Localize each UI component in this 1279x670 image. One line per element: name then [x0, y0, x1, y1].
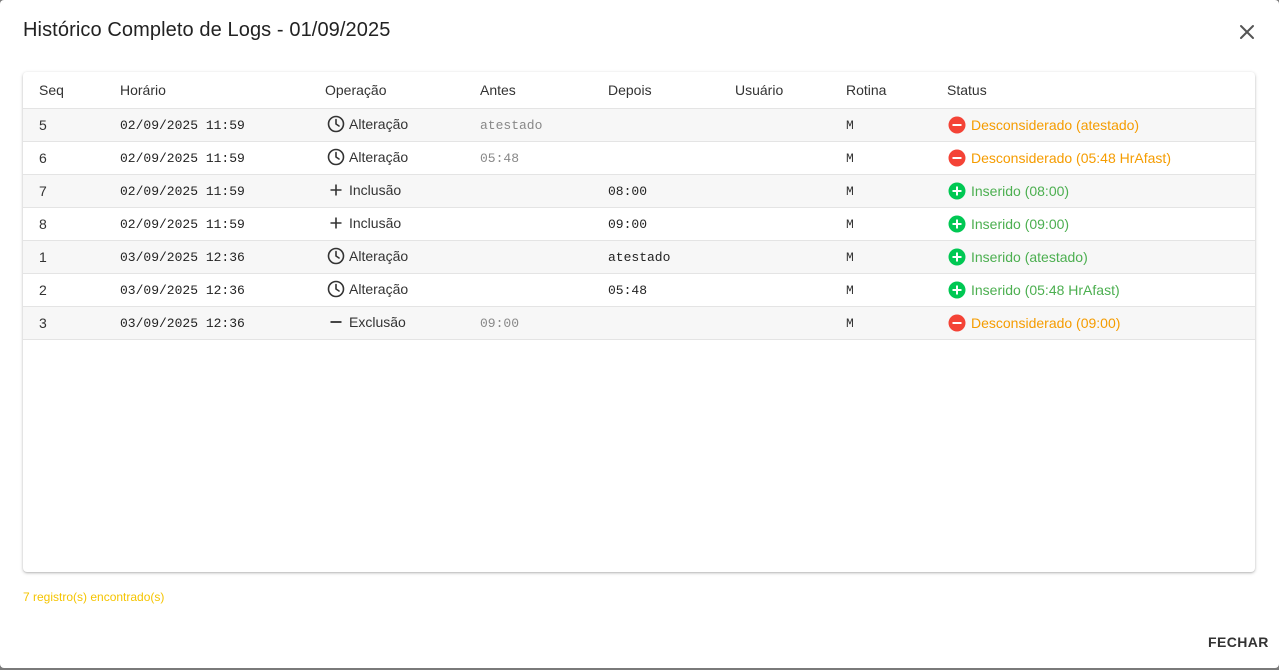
- fechar-button[interactable]: FECHAR: [1202, 630, 1275, 654]
- cell-status: Inserido (05:48 HrAfast): [948, 281, 1120, 299]
- cell-status: Inserido (08:00): [948, 182, 1069, 200]
- cell-seq: 1: [39, 249, 47, 265]
- header-usuario[interactable]: Usuário: [735, 82, 783, 98]
- header-horario[interactable]: Horário: [120, 82, 166, 98]
- status-label: Inserido (atestado): [971, 249, 1088, 265]
- cell-status: Desconsiderado (atestado): [948, 116, 1139, 134]
- cell-horario: 02/09/2025 11:59: [120, 151, 245, 166]
- operacao-label: Inclusão: [349, 215, 402, 231]
- close-button[interactable]: [1234, 19, 1260, 45]
- cell-horario: 03/09/2025 12:36: [120, 250, 245, 265]
- add-circle-icon: [948, 281, 966, 299]
- cell-antes: atestado: [480, 118, 543, 133]
- cell-operacao: Inclusão: [327, 214, 401, 232]
- cell-seq: 2: [39, 282, 47, 298]
- header-antes[interactable]: Antes: [480, 82, 516, 98]
- table-row[interactable]: 5 02/09/2025 11:59 Alteração atestado M Desco…: [23, 109, 1255, 142]
- table-body: 5 02/09/2025 11:59 Alteração atestado M Desco…: [23, 109, 1255, 340]
- cell-seq: 8: [39, 216, 47, 232]
- logs-table: Seq Horário Operação Antes Depois Usuári…: [23, 72, 1255, 572]
- add-circle-icon: [948, 182, 966, 200]
- remove-circle-icon: [948, 116, 966, 134]
- cell-status: Desconsiderado (05:48 HrAfast): [948, 149, 1171, 167]
- table-row[interactable]: 7 02/09/2025 11:59 Inclusão 08:00 M Inserido …: [23, 175, 1255, 208]
- table-row[interactable]: 1 03/09/2025 12:36 Alteração atestado M Inser…: [23, 241, 1255, 274]
- plus-icon: [327, 181, 345, 199]
- status-label: Desconsiderado (05:48 HrAfast): [971, 150, 1171, 166]
- cell-seq: 3: [39, 315, 47, 331]
- add-circle-icon: [948, 215, 966, 233]
- cell-rotina: M: [846, 151, 854, 166]
- cell-antes: 09:00: [480, 316, 520, 331]
- cell-depois: 09:00: [608, 217, 648, 232]
- status-label: Desconsiderado (09:00): [971, 315, 1121, 331]
- cell-antes: 05:48: [480, 151, 520, 166]
- status-label: Inserido (09:00): [971, 216, 1070, 232]
- cell-horario: 02/09/2025 11:59: [120, 184, 245, 199]
- status-label: Inserido (08:00): [971, 183, 1070, 199]
- cell-depois: 05:48: [608, 283, 648, 298]
- cell-operacao: Alteração: [327, 280, 408, 298]
- cell-operacao: Exclusão: [327, 313, 406, 331]
- header-operacao[interactable]: Operação: [325, 82, 386, 98]
- cell-status: Inserido (09:00): [948, 215, 1069, 233]
- table-row[interactable]: 2 03/09/2025 12:36 Alteração 05:48 M Inserido…: [23, 274, 1255, 307]
- cell-rotina: M: [846, 118, 854, 133]
- table-header: Seq Horário Operação Antes Depois Usuári…: [23, 72, 1255, 109]
- operacao-label: Inclusão: [349, 182, 402, 198]
- cell-horario: 03/09/2025 12:36: [120, 283, 245, 298]
- clock-icon: [327, 247, 345, 265]
- table-row[interactable]: 8 02/09/2025 11:59 Inclusão 09:00 M Inserido …: [23, 208, 1255, 241]
- cell-status: Inserido (atestado): [948, 248, 1088, 266]
- cell-seq: 7: [39, 183, 47, 199]
- operacao-label: Alteração: [349, 248, 409, 264]
- minus-icon: [327, 313, 345, 331]
- dialog-title: Histórico Completo de Logs - 01/09/2025: [23, 19, 391, 41]
- clock-icon: [327, 280, 345, 298]
- cell-seq: 6: [39, 150, 47, 166]
- status-label: Inserido (05:48 HrAfast): [971, 282, 1120, 298]
- header-seq[interactable]: Seq: [39, 82, 64, 98]
- operacao-label: Exclusão: [349, 314, 406, 330]
- header-depois[interactable]: Depois: [608, 82, 652, 98]
- cell-depois: 08:00: [608, 184, 648, 199]
- remove-circle-icon: [948, 149, 966, 167]
- cell-operacao: Inclusão: [327, 181, 401, 199]
- cell-rotina: M: [846, 217, 854, 232]
- table-row[interactable]: 6 02/09/2025 11:59 Alteração 05:48 M Desconsi…: [23, 142, 1255, 175]
- logs-dialog: Histórico Completo de Logs - 01/09/2025 …: [0, 0, 1279, 668]
- clock-icon: [327, 148, 345, 166]
- clock-icon: [327, 115, 345, 133]
- cell-operacao: Alteração: [327, 115, 408, 133]
- cell-status: Desconsiderado (09:00): [948, 314, 1120, 332]
- operacao-label: Alteração: [349, 116, 409, 132]
- close-icon: [1240, 25, 1254, 39]
- header-rotina[interactable]: Rotina: [846, 82, 886, 98]
- cell-operacao: Alteração: [327, 148, 408, 166]
- plus-icon: [327, 214, 345, 232]
- cell-rotina: M: [846, 283, 854, 298]
- cell-operacao: Alteração: [327, 247, 408, 265]
- cell-horario: 03/09/2025 12:36: [120, 316, 245, 331]
- cell-seq: 5: [39, 117, 47, 133]
- table-row[interactable]: 3 03/09/2025 12:36 Exclusão 09:00 M Desconsid…: [23, 307, 1255, 340]
- remove-circle-icon: [948, 314, 966, 332]
- status-label: Desconsiderado (atestado): [971, 117, 1140, 133]
- add-circle-icon: [948, 248, 966, 266]
- header-status[interactable]: Status: [947, 82, 987, 98]
- operacao-label: Alteração: [349, 149, 409, 165]
- cell-depois: atestado: [608, 250, 671, 265]
- cell-horario: 02/09/2025 11:59: [120, 217, 245, 232]
- cell-rotina: M: [846, 250, 854, 265]
- operacao-label: Alteração: [349, 281, 409, 297]
- record-count: 7 registro(s) encontrado(s): [23, 590, 165, 604]
- cell-rotina: M: [846, 184, 854, 199]
- cell-horario: 02/09/2025 11:59: [120, 118, 245, 133]
- cell-rotina: M: [846, 316, 854, 331]
